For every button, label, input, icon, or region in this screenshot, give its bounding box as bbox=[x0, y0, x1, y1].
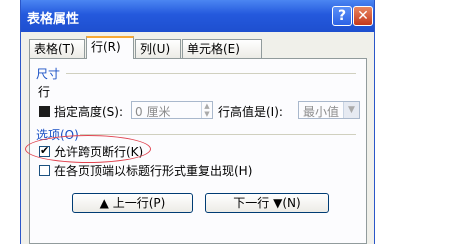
tab-row[interactable]: 行(R) bbox=[86, 36, 134, 59]
specify-height-label: 指定高度(S): bbox=[54, 105, 124, 119]
height-value: 0 厘米 bbox=[135, 105, 171, 119]
row-height-mode-select[interactable]: 最小值 ▼ bbox=[298, 101, 360, 119]
row-label: 行 bbox=[38, 85, 51, 99]
tab-column[interactable]: 列(U) bbox=[135, 39, 181, 58]
row-height-is-label: 行高值是(I): bbox=[218, 105, 283, 119]
previous-row-button[interactable]: ▲ 上一行(P) bbox=[72, 193, 193, 213]
specify-height-checkbox[interactable] bbox=[39, 106, 50, 117]
close-button[interactable]: ✕ bbox=[353, 6, 373, 26]
highlight-annotation-oval bbox=[25, 135, 151, 163]
height-spinner[interactable]: 0 厘米 ▲ ▼ bbox=[131, 101, 213, 119]
next-row-button[interactable]: 下一行 ▼(N) bbox=[205, 193, 329, 213]
row-height-mode-value: 最小值 bbox=[303, 105, 340, 119]
help-button[interactable]: ? bbox=[332, 6, 352, 26]
chevron-down-icon[interactable]: ▼ bbox=[343, 102, 359, 118]
dialog-title: 表格属性 bbox=[27, 12, 80, 27]
spinner-arrows-icon[interactable]: ▲ ▼ bbox=[201, 102, 212, 118]
size-group-divider bbox=[66, 73, 356, 74]
table-properties-dialog: 表格属性 ? ✕ 表格(T) 行(R) 列(U) 单元格(E) 尺寸 行 指定高… bbox=[20, 0, 375, 244]
repeat-header-checkbox[interactable] bbox=[39, 165, 50, 176]
tab-table[interactable]: 表格(T) bbox=[29, 39, 85, 58]
size-group-title: 尺寸 bbox=[36, 67, 61, 81]
title-bar: 表格属性 ? ✕ bbox=[21, 0, 374, 32]
tab-cell[interactable]: 单元格(E) bbox=[182, 39, 262, 58]
repeat-header-label: 在各页顶端以标题行形式重复出现(H) bbox=[54, 164, 253, 178]
options-group-divider bbox=[80, 134, 356, 135]
